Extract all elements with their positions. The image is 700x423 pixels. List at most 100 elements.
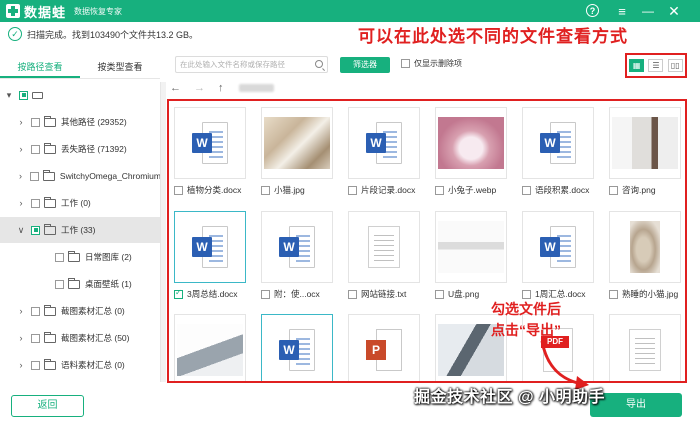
expand-chevron-icon[interactable]: ∨ [16, 225, 26, 236]
tree-item[interactable]: ∨ 工作 (33) [0, 217, 160, 243]
tree-item-checkbox[interactable] [31, 306, 40, 316]
tree-item-checkbox[interactable] [29, 171, 39, 181]
tree-item[interactable]: › 丢失路径 (71392) [0, 136, 160, 162]
file-caption: 片段记录.docx [348, 184, 428, 196]
file-checkbox[interactable] [174, 185, 183, 195]
file-tile[interactable]: 小猫.jpg [261, 107, 341, 196]
expand-chevron-icon[interactable]: › [16, 306, 26, 316]
tree-item[interactable]: ▾ [0, 82, 160, 108]
expand-chevron-icon[interactable]: ▾ [4, 90, 14, 101]
expand-chevron-icon[interactable]: › [16, 171, 25, 181]
expand-chevron-icon[interactable]: › [16, 144, 26, 154]
list-view-icon[interactable]: ☰ [648, 59, 664, 72]
search-icon[interactable] [315, 60, 323, 68]
file-thumbnail[interactable]: W [522, 107, 594, 179]
drive-icon [32, 91, 43, 99]
deleted-only-toggle[interactable]: 仅显示删除项 [401, 58, 462, 69]
word-document-icon: W [540, 226, 576, 268]
file-thumbnail[interactable]: P [348, 314, 420, 381]
file-tile[interactable]: W 1周汇总.docx [522, 211, 602, 300]
file-tile[interactable]: W 语段积累.docx [522, 107, 602, 196]
file-tile[interactable]: W 附：使...ocx [261, 211, 341, 300]
file-tile[interactable]: U盘.png [435, 211, 515, 300]
search-input[interactable] [180, 60, 310, 69]
file-checkbox[interactable] [261, 289, 270, 299]
annotation-view-mode: 可以在此处选不同的文件查看方式 [358, 27, 628, 46]
file-checkbox[interactable] [435, 185, 444, 195]
tree-item-checkbox[interactable] [31, 198, 40, 208]
file-tile[interactable]: W 片段记录.docx [348, 107, 428, 196]
file-thumbnail[interactable] [174, 314, 246, 381]
tree-item-checkbox[interactable] [31, 144, 40, 154]
file-tile[interactable]: W [261, 314, 341, 381]
nav-back-arrow-icon[interactable]: ← [170, 82, 181, 94]
expand-chevron-icon[interactable]: › [16, 117, 26, 127]
file-tile[interactable]: W 3周总结.docx [174, 211, 254, 300]
nav-up-arrow-icon[interactable]: ↑ [218, 82, 224, 94]
file-checkbox[interactable] [348, 185, 357, 195]
file-tile[interactable]: 熟睡的小猫.jpg [609, 211, 685, 300]
tree-item[interactable]: 日常图库 (2) [0, 244, 160, 270]
file-thumbnail[interactable]: W [348, 107, 420, 179]
tree-item[interactable]: › SwitchyOmega_Chromium [0, 163, 160, 189]
file-checkbox[interactable] [609, 185, 618, 195]
tree-item-checkbox[interactable] [31, 360, 40, 370]
detail-view-icon[interactable]: ▯▯ [667, 59, 683, 72]
tree-item[interactable]: › 语料素材汇总 (0) [0, 352, 160, 378]
scan-status: ✓ 扫描完成。找到103490个文件共13.2 GB。 [8, 27, 198, 41]
file-checkbox[interactable] [609, 289, 618, 299]
file-thumbnail[interactable] [609, 107, 681, 179]
file-checkbox[interactable] [261, 185, 270, 195]
tab-by-path[interactable]: 按路径查看 [0, 57, 80, 78]
file-thumbnail[interactable] [435, 211, 507, 283]
tree-item[interactable]: › 截图素材汇总 (50) [0, 325, 160, 351]
file-thumbnail[interactable] [609, 211, 681, 283]
file-thumbnail[interactable] [348, 211, 420, 283]
question-circle-icon[interactable]: ? [586, 4, 599, 17]
tab-by-type[interactable]: 按类型查看 [80, 57, 160, 78]
expand-chevron-icon[interactable]: › [16, 360, 26, 370]
file-checkbox[interactable] [348, 289, 357, 299]
file-thumbnail[interactable] [261, 107, 333, 179]
file-tile[interactable] [174, 314, 254, 381]
file-thumbnail[interactable] [435, 107, 507, 179]
file-checkbox[interactable] [522, 289, 531, 299]
file-tile[interactable]: P [348, 314, 428, 381]
tree-item[interactable]: › 其他路径 (29352) [0, 109, 160, 135]
search-box[interactable] [175, 56, 328, 73]
tree-item[interactable]: 桌面壁纸 (1) [0, 271, 160, 297]
file-tile[interactable]: W 植物分类.docx [174, 107, 254, 196]
tree-item-checkbox[interactable] [19, 90, 28, 100]
file-checkbox[interactable] [522, 185, 531, 195]
file-thumbnail[interactable]: W [261, 314, 333, 381]
nav-forward-arrow-icon[interactable]: → [194, 82, 205, 94]
deleted-only-checkbox[interactable] [401, 59, 410, 68]
file-thumbnail[interactable]: W [261, 211, 333, 283]
file-thumbnail[interactable] [609, 314, 681, 381]
tree-item-checkbox[interactable] [55, 279, 64, 289]
hamburger-menu-icon[interactable]: ≡ [614, 3, 630, 19]
filter-button[interactable]: 筛选器 [340, 57, 390, 73]
close-icon[interactable]: ✕ [666, 3, 682, 19]
tree-scrollbar[interactable] [161, 82, 166, 382]
expand-chevron-icon[interactable]: › [16, 333, 26, 343]
file-thumbnail[interactable]: W [174, 107, 246, 179]
tree-item-checkbox[interactable] [31, 117, 40, 127]
file-tile[interactable] [609, 314, 685, 381]
file-checkbox[interactable] [435, 289, 444, 299]
tree-item-checkbox[interactable] [31, 225, 40, 235]
file-tile[interactable]: 网站链接.txt [348, 211, 428, 300]
minimize-icon[interactable]: — [640, 3, 656, 19]
grid-view-icon[interactable]: ▦ [629, 59, 645, 72]
tree-item[interactable]: › 截图素材汇总 (0) [0, 298, 160, 324]
tree-item-checkbox[interactable] [55, 252, 64, 262]
file-checkbox[interactable] [174, 288, 183, 299]
file-thumbnail[interactable]: W [174, 211, 246, 283]
tree-item[interactable]: › 工作 (0) [0, 190, 160, 216]
file-thumbnail[interactable]: W [522, 211, 594, 283]
file-tile[interactable]: 小兔子.webp [435, 107, 515, 196]
file-tile[interactable]: 咨询.png [609, 107, 685, 196]
tree-item-checkbox[interactable] [31, 333, 40, 343]
expand-chevron-icon[interactable]: › [16, 198, 26, 208]
back-button[interactable]: 返回 [11, 395, 84, 417]
